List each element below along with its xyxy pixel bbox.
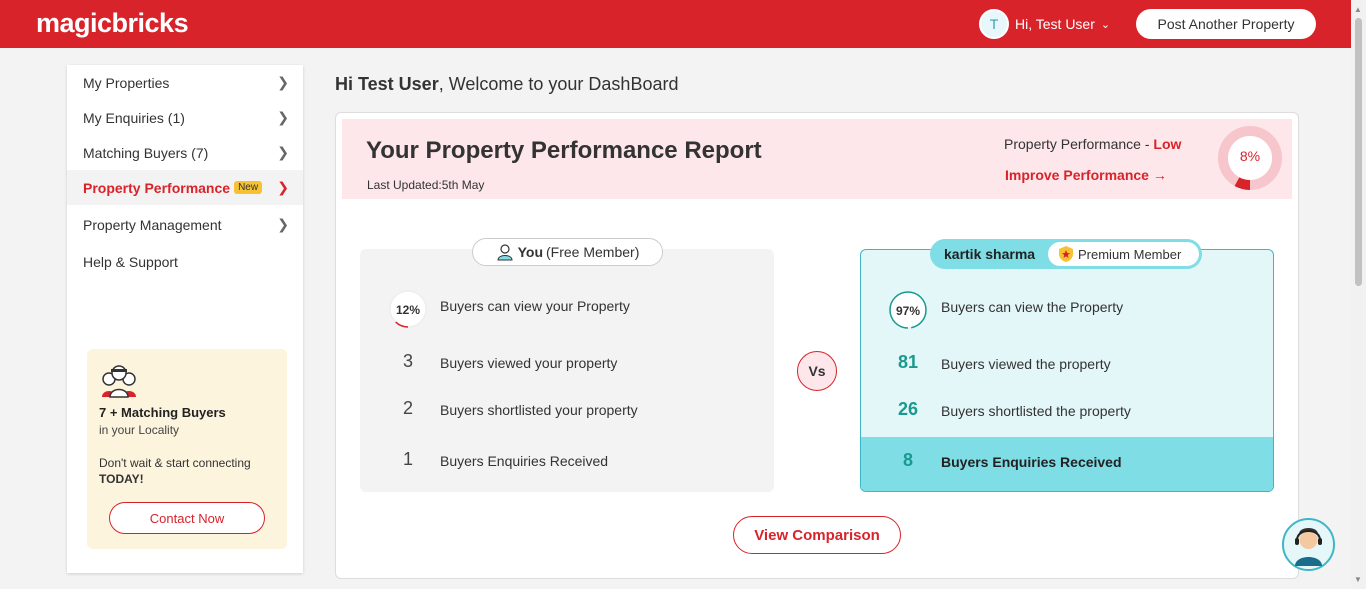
chat-support-button[interactable] [1282,518,1335,571]
scroll-down-icon[interactable]: ▼ [1354,575,1362,584]
buyers-group-icon [102,365,136,398]
new-badge: New [234,181,263,194]
promo-text: Don't wait & start connecting TODAY! [99,455,284,487]
view-comparison-button[interactable]: View Comparison [733,516,901,554]
sidebar-item-label: Property Performance [83,179,231,196]
user-icon [497,244,513,261]
you-enquiries-count: 1 [402,449,413,469]
sidebar-item-property-management[interactable]: Property Management ❯ [67,207,303,242]
premium-viewed-text: Buyers viewed the property [941,356,1111,372]
chevron-right-icon: ❯ [277,109,289,125]
chevron-right-icon: ❯ [277,144,289,160]
you-membership: (Free Member) [546,244,640,260]
performance-level: Low [1153,136,1182,152]
scroll-up-icon[interactable]: ▲ [1354,5,1362,14]
premium-viewed-count: 81 [897,352,919,372]
sidebar-item-property-performance[interactable]: Property Performance New ❯ [67,170,303,205]
greeting-name: Hi Test User [335,74,439,94]
premium-membership: Premium Member [1078,246,1182,262]
promo-title: 7 + Matching Buyers [99,405,226,420]
support-agent-icon [1295,528,1322,566]
last-updated: Last Updated:5th May [367,178,485,192]
chevron-right-icon: ❯ [277,74,289,90]
chevron-right-icon: ❯ [277,179,289,195]
vs-badge: Vs [797,351,837,391]
avatar: T [979,9,1009,39]
you-shortlisted-count: 2 [402,398,413,418]
premium-shield-icon [1059,246,1073,262]
performance-card: Your Property Performance Report Last Up… [335,112,1299,579]
premium-badge: Premium Member [1048,242,1199,266]
chevron-right-icon: ❯ [277,216,289,232]
sidebar-item-help-support[interactable]: Help & Support [67,244,303,279]
premium-enquiries-count: 8 [902,450,913,470]
post-property-button[interactable]: Post Another Property [1136,9,1316,39]
sidebar-item-my-enquiries[interactable]: My Enquiries (1) ❯ [67,100,303,135]
sidebar-item-label: Help & Support [83,253,178,270]
improve-performance-link[interactable]: Improve Performance → [1005,167,1167,183]
premium-view-text: Buyers can view the Property [941,299,1124,315]
performance-status: Property Performance - Low [1004,136,1181,152]
you-view-pct: 12% [395,303,421,317]
sidebar-item-label: My Properties [83,74,170,91]
sidebar-item-matching-buyers[interactable]: Matching Buyers (7) ❯ [67,135,303,170]
user-menu[interactable]: T Hi, Test User ⌄ [979,9,1110,39]
performance-report-banner: Your Property Performance Report Last Up… [342,119,1292,199]
sidebar-item-label: Property Management [83,216,222,233]
promo-text-body: Don't wait & start connecting [99,456,251,470]
premium-view-pct: 97% [895,304,921,318]
magicbricks-logo[interactable]: magicbricks [36,8,189,39]
promo-subtitle: in your Locality [99,423,180,437]
top-header: magicbricks T Hi, Test User ⌄ Post Anoth… [0,0,1366,48]
sidebar: My Properties ❯ My Enquiries (1) ❯ Match… [67,65,303,573]
premium-member-name: kartik sharma [944,246,1036,262]
scroll-thumb[interactable] [1355,18,1362,286]
you-viewed-text: Buyers viewed your property [440,355,618,371]
matching-buyers-promo: 7 + Matching Buyers in your Locality Don… [87,349,287,549]
performance-score: 8% [1239,148,1261,164]
premium-shortlisted-text: Buyers shortlisted the property [941,403,1131,419]
sidebar-item-my-properties[interactable]: My Properties ❯ [67,65,303,100]
you-shortlisted-text: Buyers shortlisted your property [440,402,638,418]
contact-now-button[interactable]: Contact Now [109,502,265,534]
premium-enquiries-text: Buyers Enquiries Received [941,454,1122,470]
chevron-down-icon: ⌄ [1100,18,1111,31]
you-viewed-count: 3 [402,351,413,371]
scrollbar[interactable]: ▲ ▼ [1351,0,1366,589]
page-title: Hi Test User, Welcome to your DashBoard [335,74,678,95]
you-enquiries-text: Buyers Enquiries Received [440,453,609,469]
performance-label: Property Performance - [1004,136,1154,152]
greeting-rest: , Welcome to your DashBoard [438,74,679,94]
you-member-tag: You (Free Member) [472,238,663,266]
sidebar-item-label: Matching Buyers (7) [83,144,209,161]
user-greeting: Hi, Test User [1015,16,1095,32]
sidebar-item-label: My Enquiries (1) [83,109,185,126]
promo-emphasis: TODAY! [99,472,144,486]
you-label: You [517,244,544,260]
you-view-text: Buyers can view your Property [440,298,630,314]
premium-shortlisted-count: 26 [897,399,919,419]
report-title: Your Property Performance Report [366,137,762,164]
